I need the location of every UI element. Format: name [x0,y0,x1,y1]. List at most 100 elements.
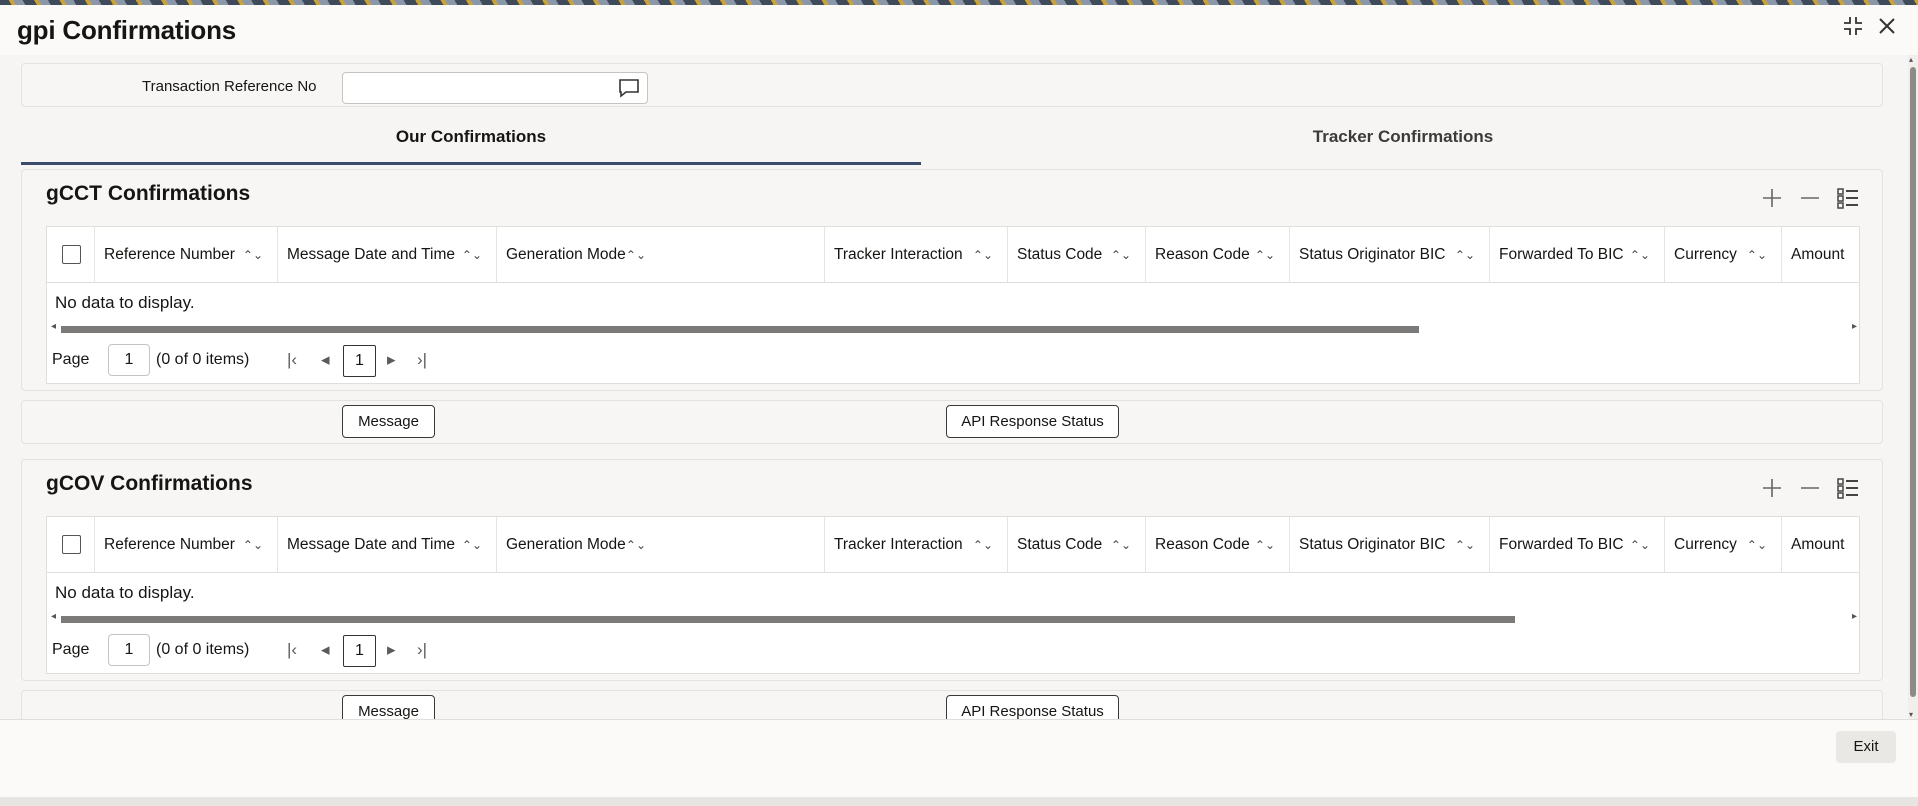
last-page-icon[interactable]: ›| [417,640,427,660]
select-all-checkbox[interactable] [62,245,81,264]
exit-button[interactable]: Exit [1836,731,1896,763]
column-header[interactable]: Forwarded To BIC ⌃⌄ [1489,227,1664,283]
txn-ref-input[interactable] [342,72,648,104]
sort-icon[interactable]: ⌃⌄ [1630,227,1650,283]
column-header[interactable]: Tracker Interaction ⌃⌄ [824,517,1007,573]
sort-icon[interactable]: ⌃⌄ [973,227,993,283]
column-header[interactable]: Reason Code ⌃⌄ [1145,227,1289,283]
column-header[interactable]: Status Originator BIC ⌃⌄ [1289,517,1489,573]
column-header[interactable]: Message Date and Time ⌃⌄ [277,517,496,573]
sort-icon[interactable]: ⌃⌄ [1455,517,1475,573]
content-scroll-area[interactable]: Transaction Reference No Our Confirmatio… [0,55,1908,719]
column-header[interactable]: Forwarded To BIC ⌃⌄ [1489,517,1664,573]
horizontal-scrollbar[interactable]: ◂ ▸ [51,611,1857,624]
tab-our-confirmations[interactable]: Our Confirmations [21,123,921,165]
add-row-icon[interactable] [1760,186,1784,217]
sort-icon[interactable]: ⌃⌄ [626,517,646,573]
current-page[interactable]: 1 [343,345,376,377]
next-page-icon[interactable]: ▸ [387,350,396,370]
gcov-toolbar [1760,476,1860,507]
scroll-thumb[interactable] [61,616,1515,623]
empty-message: No data to display. [55,293,195,312]
sort-icon[interactable]: ⌃⌄ [1747,227,1767,283]
scroll-left-icon[interactable]: ◂ [51,611,56,622]
gcct-title: gCCT Confirmations [46,182,251,205]
scroll-thumb[interactable] [61,326,1419,333]
page-input[interactable]: 1 [108,344,150,376]
column-header[interactable]: Reference Number ⌃⌄ [94,227,277,283]
column-list-icon[interactable] [1836,476,1860,507]
next-page-icon[interactable]: ▸ [387,640,396,660]
prev-page-icon[interactable]: ◂ [321,350,330,370]
search-panel: Transaction Reference No [21,63,1883,107]
scroll-right-icon[interactable]: ▸ [1852,321,1857,332]
page-input[interactable]: 1 [108,634,150,666]
remove-row-icon[interactable] [1798,476,1822,507]
sort-icon[interactable]: ⌃⌄ [462,227,482,283]
column-header[interactable]: Status Code ⌃⌄ [1007,227,1145,283]
message-button[interactable]: Message [342,695,435,719]
api-response-status-button[interactable]: API Response Status [946,695,1119,719]
page-label: Page [52,351,90,368]
add-row-icon[interactable] [1760,476,1784,507]
scroll-up-icon[interactable]: ▴ [1909,55,1913,64]
sort-icon[interactable]: ⌃⌄ [1747,517,1767,573]
scroll-left-icon[interactable]: ◂ [51,321,56,332]
scroll-right-icon[interactable]: ▸ [1852,611,1857,622]
sort-icon[interactable]: ⌃⌄ [462,517,482,573]
pagination: Page 1 (0 of 0 items) |‹ ◂ 1 ▸ ›| [47,341,1859,381]
gcov-table: Reference Number ⌃⌄ Message Date and Time… [46,516,1860,674]
horizontal-scrollbar[interactable]: ◂ ▸ [51,321,1857,334]
column-header[interactable]: Generation Mode ⌃⌄ [496,517,824,573]
first-page-icon[interactable]: |‹ [287,640,297,660]
sort-icon[interactable]: ⌃⌄ [1630,517,1650,573]
message-button[interactable]: Message [342,405,435,438]
bottom-bar [0,797,1918,806]
sort-icon[interactable]: ⌃⌄ [1455,227,1475,283]
gcct-toolbar [1760,186,1860,217]
sort-icon[interactable]: ⌃⌄ [1255,517,1275,573]
select-all-checkbox[interactable] [62,535,81,554]
last-page-icon[interactable]: ›| [417,350,427,370]
items-count: (0 of 0 items) [156,351,250,368]
sort-icon[interactable]: ⌃⌄ [973,517,993,573]
page-label: Page [52,641,90,658]
remove-row-icon[interactable] [1798,186,1822,217]
first-page-icon[interactable]: |‹ [287,350,297,370]
sort-icon[interactable]: ⌃⌄ [243,227,263,283]
vertical-scrollbar[interactable]: ▴ ▾ [1908,55,1918,719]
column-header[interactable]: Currency ⌃⌄ [1664,227,1781,283]
sort-icon[interactable]: ⌃⌄ [1111,517,1131,573]
close-icon[interactable] [1876,15,1898,43]
column-header[interactable]: Amount [1781,227,1861,283]
gcov-actions: Message API Response Status [21,690,1883,719]
prev-page-icon[interactable]: ◂ [321,640,330,660]
column-header[interactable]: Reference Number ⌃⌄ [94,517,277,573]
gcct-table: Reference Number ⌃⌄ Message Date and Time… [46,226,1860,384]
current-page[interactable]: 1 [343,635,376,667]
gcct-section: gCCT Confirmations Reference Number ⌃⌄ Me… [21,169,1883,391]
api-response-status-button[interactable]: API Response Status [946,405,1119,438]
column-header[interactable]: Tracker Interaction ⌃⌄ [824,227,1007,283]
gcov-section: gCOV Confirmations Reference Number ⌃⌄ Me… [21,459,1883,681]
pagination: Page 1 (0 of 0 items) |‹ ◂ 1 ▸ ›| [47,631,1859,671]
sort-icon[interactable]: ⌃⌄ [243,517,263,573]
column-header[interactable]: Reason Code ⌃⌄ [1145,517,1289,573]
sort-icon[interactable]: ⌃⌄ [1255,227,1275,283]
shrink-icon[interactable] [1842,15,1864,43]
column-list-icon[interactable] [1836,186,1860,217]
column-header[interactable]: Status Code ⌃⌄ [1007,517,1145,573]
tab-tracker-confirmations[interactable]: Tracker Confirmations [923,123,1883,165]
speech-bubble-icon[interactable] [617,77,641,104]
column-header[interactable]: Currency ⌃⌄ [1664,517,1781,573]
gcov-title: gCOV Confirmations [46,472,253,495]
sort-icon[interactable]: ⌃⌄ [626,227,646,283]
column-header[interactable]: Generation Mode ⌃⌄ [496,227,824,283]
column-header[interactable]: Status Originator BIC ⌃⌄ [1289,227,1489,283]
scroll-down-icon[interactable]: ▾ [1909,710,1913,719]
items-count: (0 of 0 items) [156,641,250,658]
column-header[interactable]: Amount [1781,517,1861,573]
sort-icon[interactable]: ⌃⌄ [1111,227,1131,283]
column-header[interactable]: Message Date and Time ⌃⌄ [277,227,496,283]
scroll-thumb[interactable] [1910,67,1916,697]
